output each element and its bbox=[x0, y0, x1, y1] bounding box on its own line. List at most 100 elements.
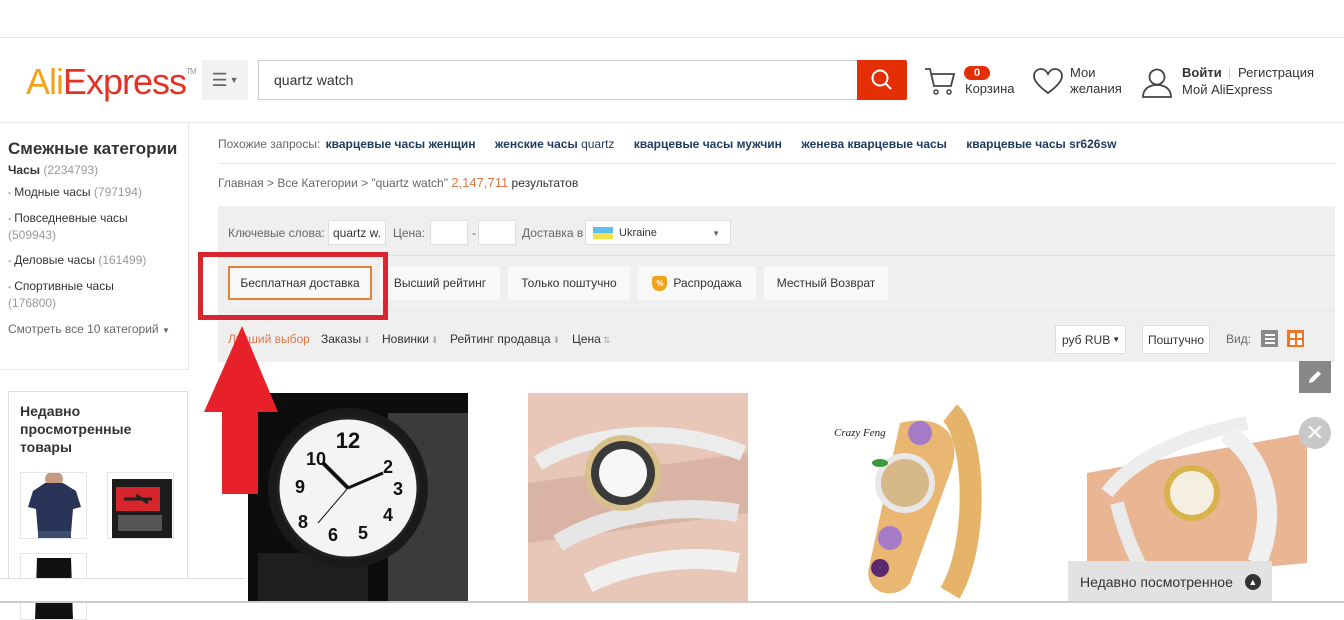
sidebar-main-category[interactable]: Часы (2234793) bbox=[8, 163, 98, 177]
breadcrumb-all-categories[interactable]: Все Категории bbox=[277, 176, 357, 190]
sort-arrows-icon: ⇅ bbox=[602, 335, 611, 345]
related-label: Похожие запросы: bbox=[218, 137, 321, 151]
wishlist-link[interactable]: Мои желания bbox=[1033, 65, 1133, 105]
aliexpress-logo[interactable]: AliExpressTM bbox=[26, 61, 197, 103]
divider bbox=[228, 310, 1335, 311]
my-aliexpress-link[interactable]: Мой AliExpress bbox=[1182, 82, 1273, 97]
caret-down-icon: ▼ bbox=[712, 229, 720, 238]
ukraine-flag-icon bbox=[593, 226, 613, 239]
cart-link[interactable]: 0 Корзина bbox=[924, 64, 1024, 104]
cart-count-badge: 0 bbox=[964, 66, 990, 80]
sidebar-item-fashion[interactable]: ▪ Модные часы (797194) bbox=[8, 184, 178, 201]
close-icon: ✕ bbox=[1305, 420, 1325, 445]
sort-seller-rating[interactable]: Рейтинг продавца ⬇ bbox=[450, 332, 560, 346]
recently-viewed-title: Недавно просмотренные товары bbox=[20, 403, 132, 455]
recently-viewed-panel: Недавно просмотренные товары bbox=[8, 391, 188, 620]
see-all-categories-link[interactable]: Смотреть все 10 категорий ▼ bbox=[8, 322, 170, 336]
sidebar-divider bbox=[188, 123, 189, 370]
login-link[interactable]: Войти bbox=[1182, 65, 1222, 80]
unit-select[interactable]: Поштучно bbox=[1142, 325, 1210, 354]
product-card[interactable]: 12 10 2 9 3 8 4 6 5 bbox=[248, 393, 468, 603]
red-arrow-annotation bbox=[204, 326, 278, 494]
heart-icon bbox=[1033, 68, 1063, 95]
sidebar-bottom-divider bbox=[0, 369, 188, 370]
breadcrumb-home[interactable]: Главная bbox=[218, 176, 264, 190]
related-query-link[interactable]: кварцевые часы мужчин bbox=[634, 137, 782, 151]
arrow-down-icon: ⬇ bbox=[363, 335, 371, 345]
divider bbox=[228, 255, 1335, 256]
sort-orders[interactable]: Заказы ⬇ bbox=[321, 332, 371, 346]
view-label: Вид: bbox=[1226, 332, 1252, 346]
svg-text:8: 8 bbox=[298, 512, 308, 532]
single-piece-filter[interactable]: Только поштучно bbox=[508, 266, 630, 300]
recent-item-thumbnail[interactable] bbox=[20, 472, 87, 539]
sidebar-item-casual[interactable]: ▪ Повседневные часы (509943) bbox=[8, 210, 178, 243]
price-min-input[interactable] bbox=[430, 220, 468, 245]
wishlist-label-line1: Мои bbox=[1070, 65, 1096, 80]
related-searches: Похожие запросы: кварцевые часы женщин ж… bbox=[218, 137, 1130, 151]
account-area: Войти | Регистрация Мой AliExpress bbox=[1141, 65, 1341, 105]
result-count: 2,147,711 bbox=[451, 175, 509, 190]
ship-to-select[interactable]: Ukraine ▼ bbox=[585, 220, 731, 245]
breadcrumb-query: "quartz watch" bbox=[371, 176, 448, 190]
svg-text:4: 4 bbox=[383, 505, 393, 525]
grid-view-icon[interactable] bbox=[1287, 330, 1304, 347]
product-card[interactable]: Crazy Feng bbox=[800, 393, 1000, 603]
sidebar-title: Смежные категории bbox=[8, 139, 178, 158]
search-input[interactable] bbox=[258, 60, 858, 100]
arrow-down-icon: ⬇ bbox=[431, 335, 439, 345]
status-bar bbox=[0, 578, 246, 601]
separator: | bbox=[1228, 65, 1232, 79]
chevron-up-icon: ▲ bbox=[1244, 574, 1261, 590]
product-card[interactable] bbox=[528, 393, 748, 603]
recently-viewed-toggle[interactable]: Недавно посмотренное ▲ bbox=[1068, 561, 1272, 603]
divider bbox=[218, 163, 1335, 164]
browser-top-bar bbox=[0, 0, 1344, 38]
sale-filter[interactable]: % Распродажа bbox=[638, 266, 756, 300]
related-query-link[interactable]: кварцевые часы sr626sw bbox=[966, 137, 1116, 151]
svg-text:2: 2 bbox=[383, 457, 393, 477]
sort-newest[interactable]: Новинки ⬇ bbox=[382, 332, 439, 346]
currency-select[interactable]: руб RUB ▼ bbox=[1055, 325, 1126, 354]
related-query-link[interactable]: женские часы quartz bbox=[495, 137, 615, 151]
svg-text:10: 10 bbox=[306, 449, 326, 469]
close-button[interactable]: ✕ bbox=[1299, 417, 1331, 449]
breadcrumb: Главная > Все Категории > "quartz watch"… bbox=[218, 175, 579, 190]
related-query-link[interactable]: кварцевые часы женщин bbox=[326, 137, 476, 151]
svg-text:5: 5 bbox=[358, 523, 368, 543]
svg-text:12: 12 bbox=[336, 428, 360, 453]
list-view-icon[interactable] bbox=[1261, 330, 1278, 347]
user-icon bbox=[1142, 68, 1172, 98]
arrow-down-icon: ⬇ bbox=[552, 335, 561, 345]
pencil-icon bbox=[1309, 371, 1321, 383]
highlight-box-annotation bbox=[198, 252, 388, 320]
register-link[interactable]: Регистрация bbox=[1238, 65, 1314, 80]
wishlist-label-line2: желания bbox=[1070, 81, 1122, 96]
rc-helicopter-box-image bbox=[108, 473, 173, 538]
tshirt-image bbox=[21, 473, 86, 538]
keywords-input[interactable] bbox=[328, 220, 386, 245]
recent-item-thumbnail[interactable] bbox=[107, 472, 174, 539]
keywords-label: Ключевые слова: bbox=[228, 226, 325, 240]
price-max-input[interactable] bbox=[478, 220, 516, 245]
svg-text:9: 9 bbox=[295, 477, 305, 497]
edit-button[interactable] bbox=[1299, 361, 1331, 393]
sidebar-item-sport[interactable]: ▪ Спортивные часы (176800) bbox=[8, 278, 178, 311]
related-query-link[interactable]: женева кварцевые часы bbox=[801, 137, 947, 151]
results-label: результатов bbox=[511, 176, 579, 190]
top-rated-filter[interactable]: Высший рейтинг bbox=[380, 266, 500, 300]
caret-down-icon: ▼ bbox=[229, 75, 239, 85]
sidebar-item-business[interactable]: ▪ Деловые часы (161499) bbox=[8, 252, 178, 269]
categories-menu-button[interactable]: ☰ ▼ bbox=[202, 60, 248, 100]
sale-percent-icon: % bbox=[652, 275, 668, 291]
hamburger-icon: ☰ bbox=[211, 69, 228, 90]
svg-text:Crazy Feng: Crazy Feng bbox=[834, 427, 886, 439]
cart-icon bbox=[925, 68, 956, 95]
price-dash: - bbox=[472, 226, 476, 240]
black-sport-watch-image: 12 10 2 9 3 8 4 6 5 bbox=[248, 393, 468, 603]
search-button[interactable] bbox=[857, 60, 907, 100]
caret-down-icon: ▼ bbox=[1112, 335, 1121, 344]
sort-price[interactable]: Цена ⇅ bbox=[572, 332, 610, 346]
white-crystal-wrap-watch-image bbox=[528, 393, 748, 603]
local-return-filter[interactable]: Местный Возврат bbox=[764, 266, 888, 300]
